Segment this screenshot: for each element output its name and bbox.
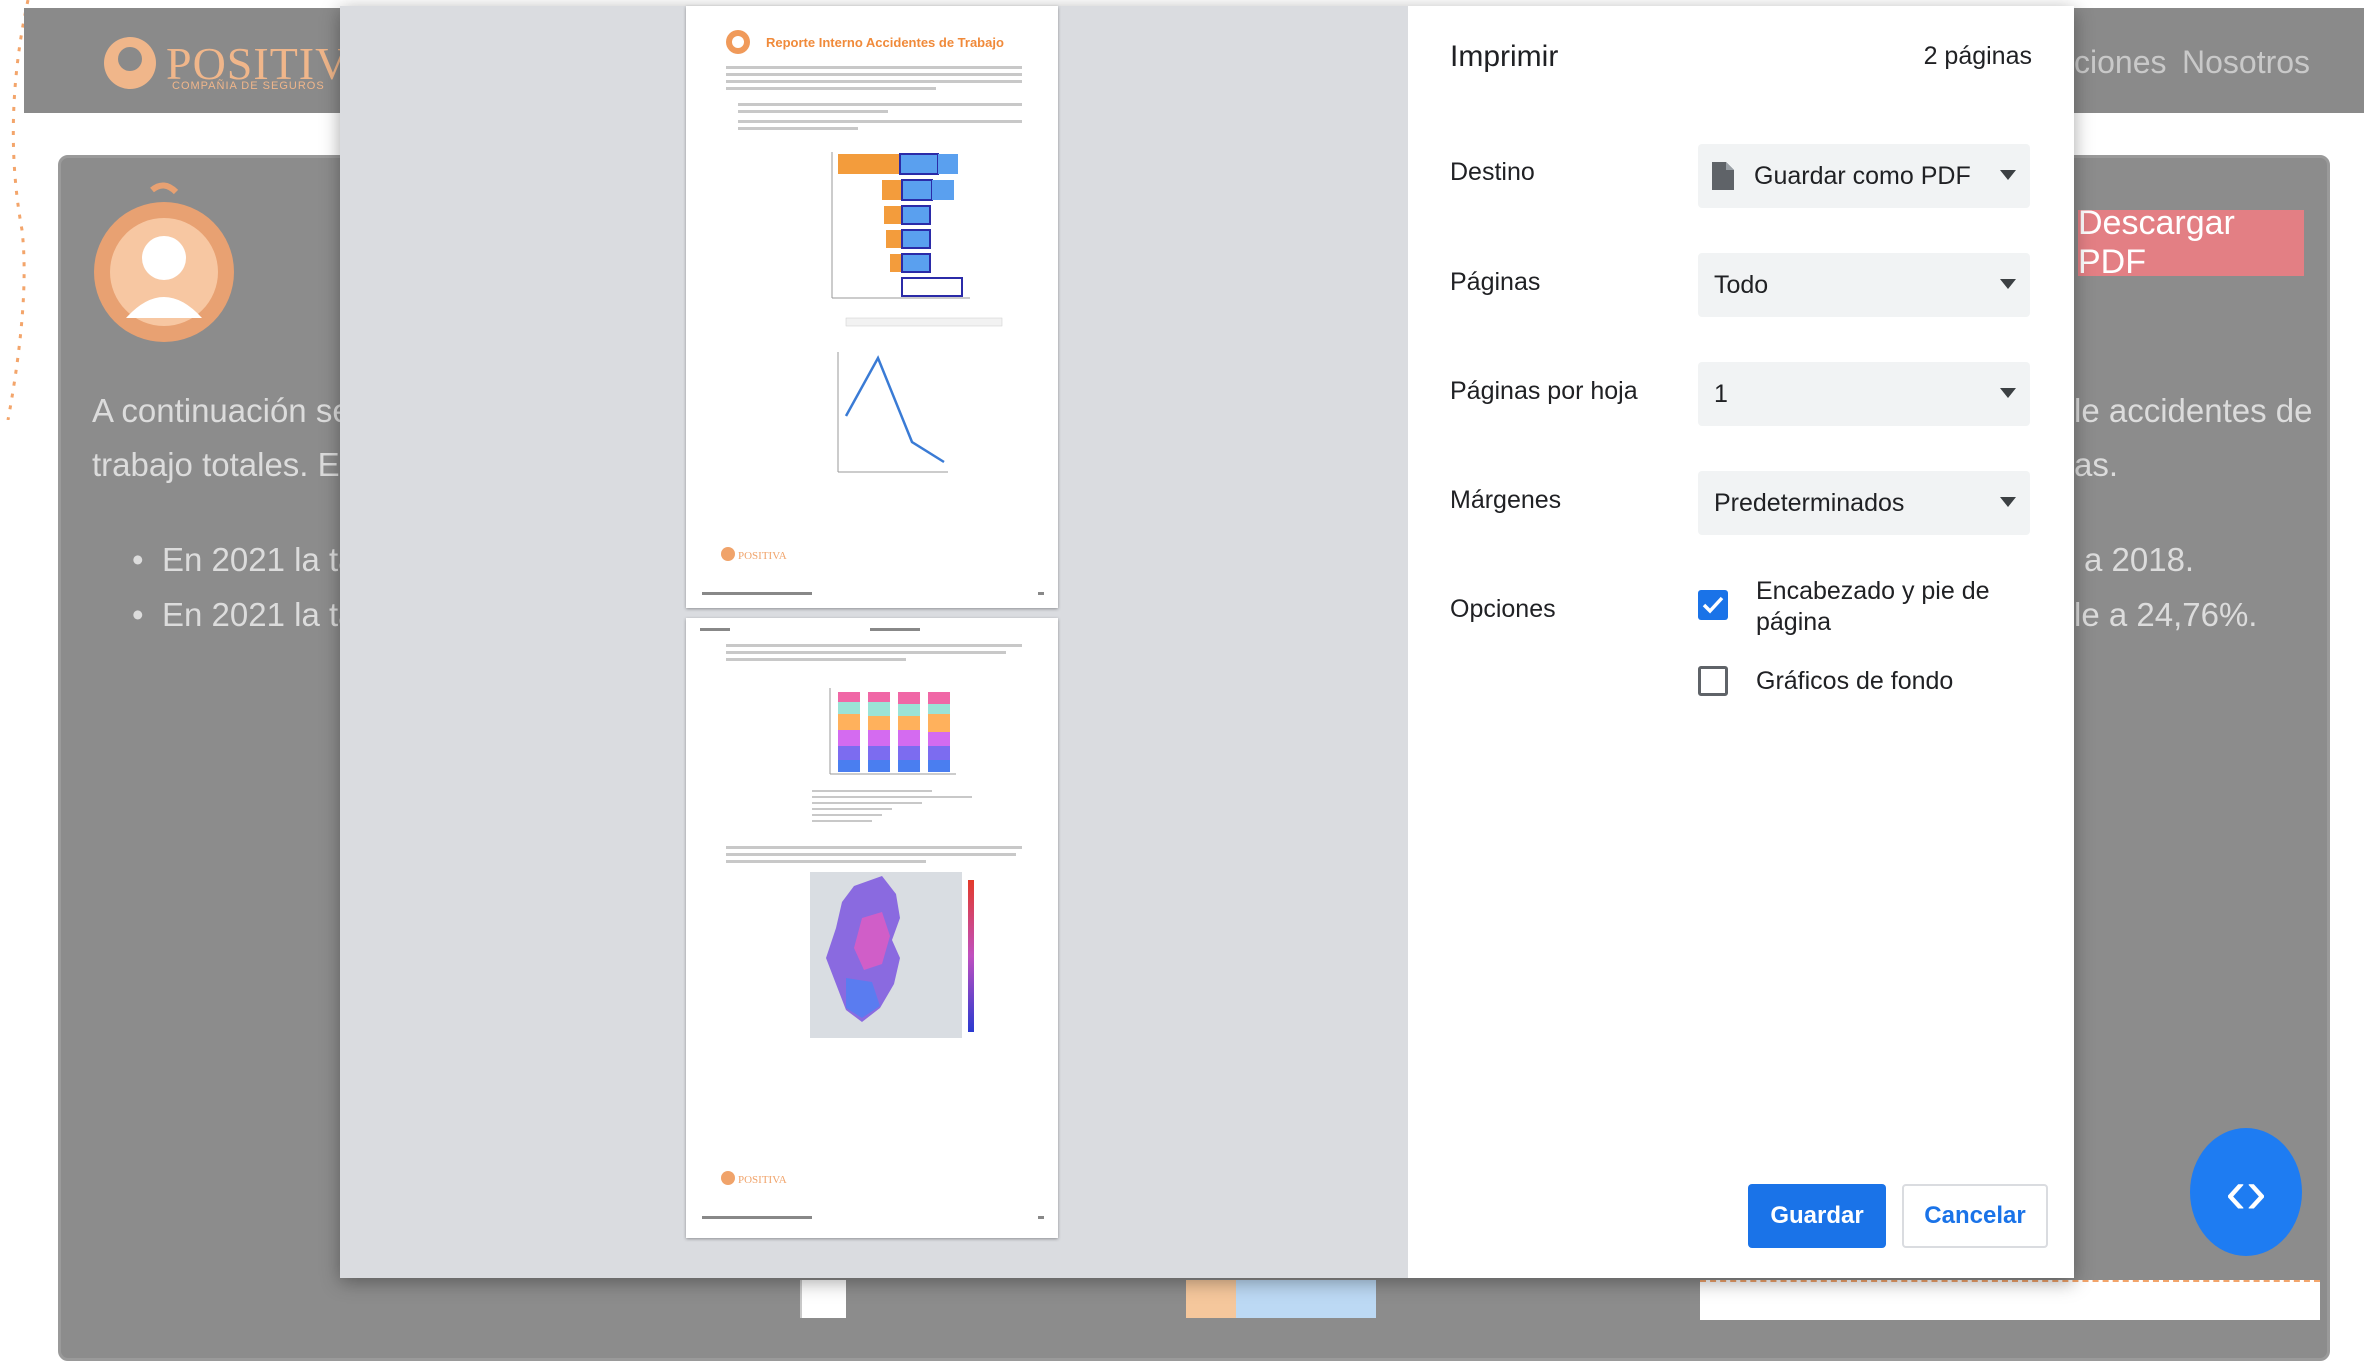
preview-map-thumbnail xyxy=(810,872,974,1038)
preview-page-1[interactable]: Reporte Interno Accidentes de Trabajo PO… xyxy=(686,6,1058,608)
page-2-content: POSITIVA xyxy=(700,628,1044,1219)
cancel-button[interactable]: Cancelar xyxy=(1902,1184,2048,1248)
nav-item-nosotros[interactable]: Nosotros xyxy=(2182,44,2310,81)
destination-value: Guardar como PDF xyxy=(1754,161,1971,190)
bottom-strip-segment xyxy=(1186,1280,1236,1318)
page-1-logo: POSITIVA xyxy=(738,550,787,562)
page-1-content: Reporte Interno Accidentes de Trabajo PO… xyxy=(702,30,1044,595)
background-graphics-label: Gráficos de fondo xyxy=(1756,667,1954,695)
code-icon: ‹› xyxy=(2225,1157,2267,1227)
download-pdf-button[interactable]: Descargar PDF xyxy=(2078,204,2304,281)
pages-per-sheet-label: Páginas por hoja xyxy=(1450,377,1638,405)
print-settings-panel: Imprimir 2 páginas Destino Guardar como … xyxy=(1408,6,2074,1278)
bottom-strip-segment xyxy=(1236,1280,1376,1318)
logo-mark-icon xyxy=(104,37,156,89)
header-footer-label: Encabezado y pie de página xyxy=(1756,577,1990,636)
intro-text-line2: trabajo totales. Est xyxy=(92,446,366,483)
pages-per-sheet-value: 1 xyxy=(1714,379,1728,408)
chevron-down-icon xyxy=(2000,497,2016,507)
page-2-logo: POSITIVA xyxy=(738,1174,787,1186)
destination-select[interactable]: Guardar como PDF xyxy=(1698,144,2030,208)
print-preview-area[interactable]: Reporte Interno Accidentes de Trabajo PO… xyxy=(340,6,1408,1278)
chevron-down-icon xyxy=(2000,388,2016,398)
chevron-down-icon xyxy=(2000,279,2016,289)
preview-bar-chart-thumbnail xyxy=(831,152,1003,327)
document-icon xyxy=(1712,162,1734,190)
save-button[interactable]: Guardar xyxy=(1748,1184,1886,1248)
logo-subtitle: COMPAÑIA DE SEGUROS xyxy=(172,80,325,92)
bullet-item-2-right: le a 24,76%. xyxy=(2074,596,2258,633)
page-1-title: Reporte Interno Accidentes de Trabajo xyxy=(766,35,1004,50)
options-label: Opciones xyxy=(1450,595,1556,623)
page-count: 2 páginas xyxy=(1923,42,2032,70)
margins-value: Predeterminados xyxy=(1714,488,1905,517)
nav-item-opciones[interactable]: ciones xyxy=(2074,44,2167,81)
preview-page-2[interactable]: POSITIVA xyxy=(686,618,1058,1238)
bullet-item-1-right: a 2018. xyxy=(2084,541,2195,578)
intro-text-line1-right: le accidentes de xyxy=(2074,392,2313,429)
print-dialog: Reporte Interno Accidentes de Trabajo PO… xyxy=(340,6,2074,1278)
pages-select[interactable]: Todo xyxy=(1698,253,2030,317)
preview-line-chart-thumbnail xyxy=(837,352,948,473)
avatar-icon xyxy=(94,182,234,342)
pages-label: Páginas xyxy=(1450,268,1541,296)
destination-label: Destino xyxy=(1450,158,1535,186)
check-icon xyxy=(1702,596,1724,614)
intro-text-line1: A continuación se xyxy=(92,392,351,429)
code-toggle-button[interactable]: ‹› xyxy=(2190,1128,2302,1256)
bullet-item-1: En 2021 la ta xyxy=(132,541,356,579)
bottom-strip-segment xyxy=(1700,1280,2320,1320)
margins-label: Márgenes xyxy=(1450,486,1562,514)
margins-select[interactable]: Predeterminados xyxy=(1698,471,2030,535)
pages-value: Todo xyxy=(1714,270,1769,299)
preview-stacked-bar-thumbnail xyxy=(812,688,972,822)
background-graphics-checkbox[interactable] xyxy=(1698,666,1728,696)
dialog-title: Imprimir xyxy=(1450,40,1559,73)
pages-per-sheet-select[interactable]: 1 xyxy=(1698,362,2030,426)
header-footer-checkbox[interactable] xyxy=(1698,590,1728,620)
bottom-strip-segment xyxy=(800,1280,846,1318)
intro-text-line2-right: as. xyxy=(2074,446,2119,483)
chevron-down-icon xyxy=(2000,170,2016,180)
bullet-item-2: En 2021 la ta xyxy=(132,596,356,634)
